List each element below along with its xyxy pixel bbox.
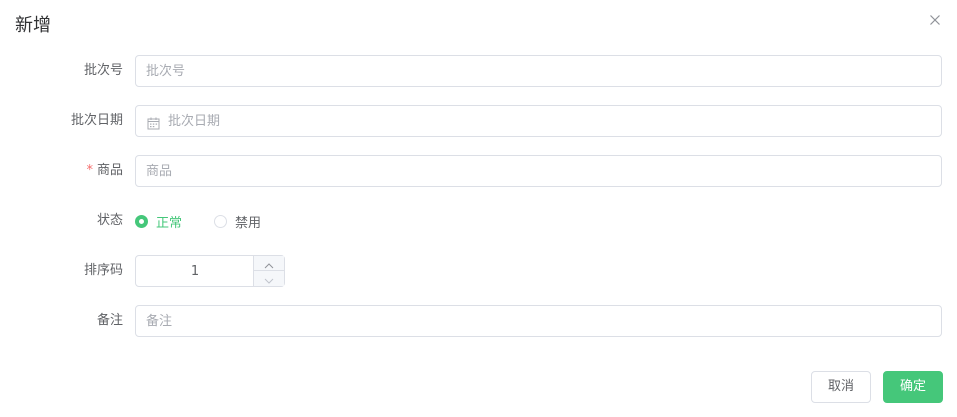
sort-code-stepper <box>135 255 285 287</box>
status-label: 状态 <box>96 213 123 228</box>
batch-date-label: 批次日期 <box>70 113 123 128</box>
product-input[interactable] <box>135 155 942 187</box>
status-radio-normal-label: 正常 <box>156 215 183 231</box>
batch-date-input[interactable] <box>168 106 928 136</box>
dialog-title: 新增 <box>15 15 51 36</box>
form-item-sort-code: 排序码 <box>0 255 957 287</box>
form-item-batch-date: 批次日期 <box>0 105 957 137</box>
decrease-button[interactable] <box>254 271 284 286</box>
batch-no-label: 批次号 <box>83 63 123 78</box>
close-icon <box>927 12 943 28</box>
radio-unchecked-icon <box>214 214 228 228</box>
form-item-batch-no: 批次号 <box>0 55 957 87</box>
batch-date-picker[interactable] <box>135 105 942 137</box>
required-mark: * <box>86 163 93 178</box>
form-item-status: 状态 正常 禁用 <box>0 205 957 237</box>
product-label-text: 商品 <box>96 163 123 178</box>
remark-label: 备注 <box>96 313 123 328</box>
status-radio-disabled-label: 禁用 <box>235 215 262 231</box>
stepper-controls <box>253 256 284 286</box>
confirm-button[interactable]: 确定 <box>883 371 943 403</box>
status-radio-disabled[interactable]: 禁用 <box>214 212 261 231</box>
cancel-button[interactable]: 取消 <box>811 371 871 403</box>
radio-checked-icon <box>135 214 148 228</box>
calendar-icon <box>147 115 160 130</box>
status-radio-normal[interactable]: 正常 <box>135 212 182 231</box>
close-button[interactable] <box>927 12 943 28</box>
remark-input[interactable] <box>135 305 942 337</box>
form-item-remark: 备注 <box>0 305 957 337</box>
sort-code-label: 排序码 <box>83 263 123 278</box>
form-item-product: * 商品 <box>0 155 957 187</box>
chevron-down-icon <box>264 269 274 288</box>
batch-no-input[interactable] <box>135 55 942 87</box>
status-radio-group: 正常 禁用 <box>135 205 293 237</box>
sort-code-input[interactable] <box>136 256 254 286</box>
product-label: * 商品 <box>86 155 123 187</box>
add-dialog: 新增 批次号 批次日期 <box>0 0 957 417</box>
